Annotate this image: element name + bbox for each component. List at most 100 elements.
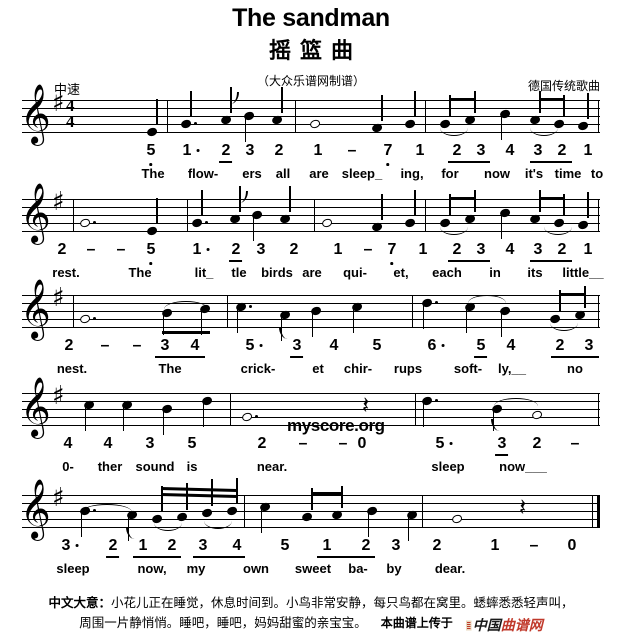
jianpu-number: 0 xyxy=(357,435,367,452)
lyric-syllable: dear. xyxy=(434,561,466,576)
lyrics-row: 0- ther sound is near. sleep now___ xyxy=(0,459,622,479)
key-signature-sharp-icon: ♯ xyxy=(52,283,65,313)
barline xyxy=(187,199,188,232)
jianpu-number: 7 xyxy=(384,142,392,166)
jianpu-number: 3 xyxy=(495,435,509,456)
jianpu-numbers-row: 2 – – 3 4 5 3 4 5 6 5 4 2 3 xyxy=(0,337,622,359)
jianpu-dash: – xyxy=(338,435,348,452)
lyric-syllable: et xyxy=(312,361,324,376)
jianpu-number: 3 xyxy=(584,337,594,354)
lyric-syllable: sleep xyxy=(56,561,90,576)
jianpu-number: 2 xyxy=(432,537,442,554)
treble-clef-icon: 𝄞 xyxy=(20,479,51,539)
jianpu-number: 5 xyxy=(372,337,382,354)
barline xyxy=(412,295,413,328)
lyric-syllable: nest. xyxy=(56,361,88,376)
jianpu-number: 2 xyxy=(452,241,462,258)
jianpu-number: 3 xyxy=(256,241,266,258)
jianpu-numbers-row: 4 4 3 5 2 – – 0 5 3 2 – xyxy=(0,435,622,457)
lyric-syllable: flow- xyxy=(187,166,219,181)
jianpu-number: 4 xyxy=(329,337,339,354)
lyric-syllable: ers xyxy=(242,166,262,181)
lyric-syllable: lit_ xyxy=(194,265,214,280)
lyric-syllable: ing, xyxy=(400,166,424,181)
lyrics-row: nest. The crick- et chir- rups soft- ly,… xyxy=(0,361,622,381)
lyric-syllable: in xyxy=(489,265,501,280)
jianpu-number: 2 xyxy=(532,435,542,452)
barline xyxy=(73,199,74,232)
lyric-syllable: rest. xyxy=(52,265,80,280)
barline xyxy=(415,393,416,426)
page-title-chinese: 摇篮曲 xyxy=(268,39,362,64)
jianpu-number: 2 xyxy=(167,537,177,554)
lyric-syllable: its xyxy=(527,265,543,280)
site-logo[interactable]: 中国曲谱网 xyxy=(458,615,543,635)
key-signature-sharp-icon: ♯ xyxy=(52,187,65,217)
lyrics-row: The flow- ers all are sleep_ ing, for no… xyxy=(0,166,622,186)
jianpu-number: 4 xyxy=(505,241,515,258)
footer-label: 中文大意： xyxy=(48,595,111,610)
lyric-syllable: each xyxy=(432,265,462,280)
barline xyxy=(295,100,296,133)
time-signature-denominator: 4 xyxy=(66,112,75,131)
upload-credit: 本曲谱上传于 xyxy=(380,616,453,630)
jianpu-numbers-row: 5 1 2 3 2 1 – 7 1 2 3 4 3 2 1 xyxy=(0,142,622,166)
jianpu-number: 2 xyxy=(557,142,567,159)
jianpu-number: 7 xyxy=(388,241,396,265)
jianpu-number: 3 xyxy=(476,241,486,258)
barline xyxy=(598,295,599,328)
barline xyxy=(592,495,593,528)
jianpu-number: 5 xyxy=(436,435,453,453)
jianpu-number: 2 xyxy=(229,241,243,262)
lyric-syllable: are xyxy=(302,265,322,280)
jianpu-dash: – xyxy=(116,241,126,258)
lyric-syllable: 0- xyxy=(62,459,74,474)
jianpu-number: 1 xyxy=(322,537,332,554)
jianpu-number: 1 xyxy=(138,537,148,554)
lyric-syllable: sleep xyxy=(431,459,465,474)
footer-line-1: 中文大意：小花儿正在睡觉，休息时间到。小鸟非常安静，每只鸟都在窝里。蟋蟀悉悉轻声… xyxy=(0,592,622,611)
jianpu-number: 1 xyxy=(583,241,593,258)
jianpu-number: 6 xyxy=(428,337,445,355)
jianpu-number: 0 xyxy=(567,537,577,554)
treble-clef-icon: 𝄞 xyxy=(20,279,51,339)
jianpu-dash: – xyxy=(298,435,308,452)
key-signature-sharp-icon: ♯ xyxy=(52,88,65,118)
quarter-rest-icon: 𝄽 xyxy=(519,493,527,521)
footer-line-2: 周围一片静悄悄。睡吧，睡吧，妈妈甜蜜的亲宝宝。 本曲谱上传于 中国曲谱网 xyxy=(0,612,622,635)
jianpu-number: 5 xyxy=(147,142,155,166)
lyric-syllable: it's xyxy=(524,166,544,181)
jianpu-number: 3 xyxy=(290,337,304,358)
lyric-syllable: The xyxy=(128,265,152,280)
jianpu-number: 4 xyxy=(190,337,200,354)
footer-text-line-1: 小花儿正在睡觉，休息时间到。小鸟非常安静，每只鸟都在窝里。蟋蟀悉悉轻声叫， xyxy=(111,595,574,610)
jianpu-dash: – xyxy=(86,241,96,258)
jianpu-number: 3 xyxy=(391,537,401,554)
jianpu-dash: – xyxy=(347,142,357,159)
lyric-syllable: no xyxy=(567,361,583,376)
barline xyxy=(598,393,599,426)
lyric-syllable: tle xyxy=(231,265,247,280)
lyric-syllable: time xyxy=(554,166,582,181)
lyrics-row: rest. The lit_ tle birds are qui- et, ea… xyxy=(0,265,622,285)
lyric-syllable: for xyxy=(441,166,459,181)
barline xyxy=(227,295,228,328)
lyric-syllable: to xyxy=(590,166,604,181)
jianpu-number: 1 xyxy=(183,142,200,160)
lyric-syllable: all xyxy=(275,166,291,181)
staff-lines: 𝄞 ♯ xyxy=(20,283,600,341)
jianpu-number: 2 xyxy=(64,337,74,354)
barline xyxy=(598,199,599,232)
staff-lines: 𝄞 ♯ xyxy=(20,478,600,541)
lyric-syllable: now, xyxy=(137,561,167,576)
jianpu-number: 1 xyxy=(313,142,323,159)
jianpu-number: 1 xyxy=(333,241,343,258)
jianpu-number: 4 xyxy=(505,142,515,159)
staff-lines: 𝄞 ♯ 4 4 xyxy=(20,87,600,142)
lyric-syllable: now___ xyxy=(499,459,547,474)
jianpu-dash: – xyxy=(100,337,110,354)
lyric-syllable: et, xyxy=(393,265,409,280)
jianpu-number: 4 xyxy=(232,537,242,554)
staff-lines: 𝄞 ♯ xyxy=(20,186,600,241)
lyric-syllable: crick- xyxy=(240,361,276,376)
